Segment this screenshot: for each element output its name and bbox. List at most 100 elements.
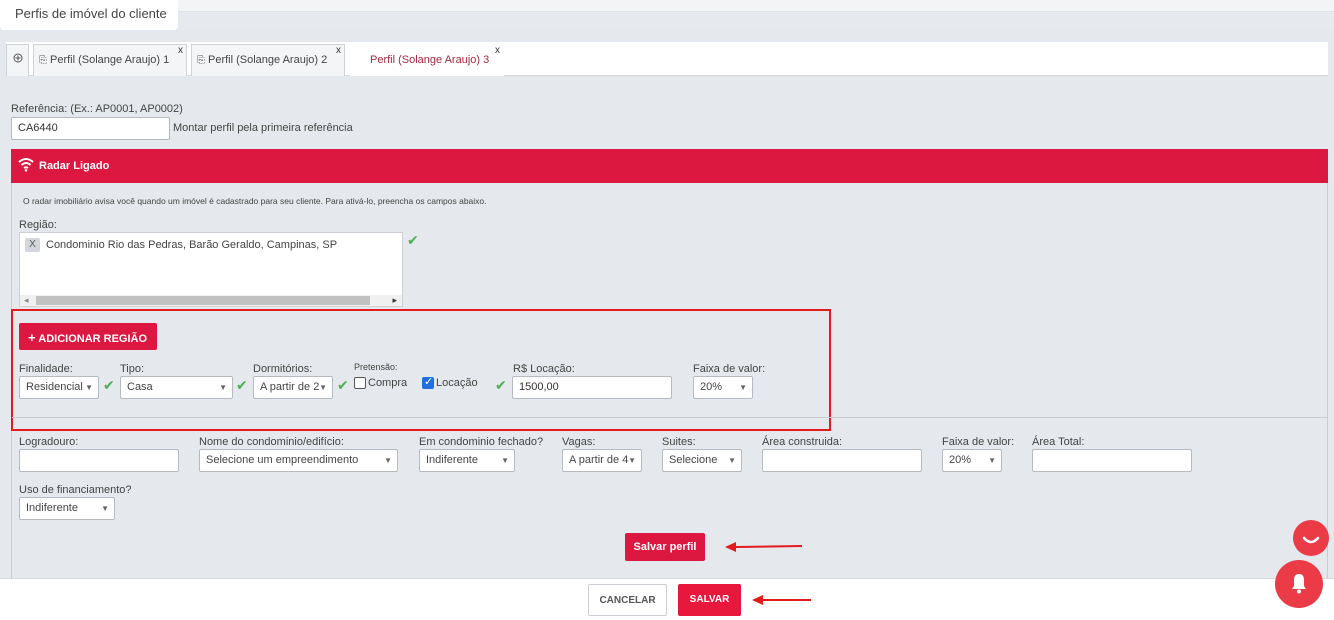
wifi-icon [18,158,34,172]
faixa-valor2-select[interactable]: 20% ▼ [942,449,1002,472]
footer-bar [0,578,1334,620]
pretensao-label: Pretensão: [354,362,398,372]
finalidade-label: Finalidade: [19,363,73,375]
add-region-button[interactable]: + ADICIONAR REGIÃO [19,323,157,350]
tipo-select[interactable]: Casa ▼ [120,376,233,399]
check-icon: ✔ [495,377,507,393]
save-button[interactable]: SALVAR [678,584,741,616]
vagas-select[interactable]: A partir de 4 ▼ [562,449,642,472]
locacao-checkbox[interactable] [422,375,434,389]
add-tab-button[interactable] [6,44,29,76]
condominio-select[interactable]: Selecione um empreendimento ▼ [199,449,398,472]
financiamento-select[interactable]: Indiferente ▼ [19,497,115,520]
cond-fechado-label: Em condominio fechado? [419,436,544,448]
tipo-label: Tipo: [120,363,145,375]
area-construida-input[interactable] [762,449,922,472]
condominio-label: Nome do condominio/edifício: [199,436,344,448]
chevron-down-icon: ▼ [628,456,636,465]
cancel-button[interactable]: CANCELAR [588,584,667,616]
locacao-valor-label: R$ Locação: [513,363,575,375]
divider [12,417,1327,418]
save-profile-button[interactable]: Salvar perfil [625,533,705,561]
suites-value: Selecione [669,454,718,466]
faixa-valor-value: 20% [700,381,723,393]
annotation-arrow-icon [752,595,811,605]
copy-icon: ⎘ [39,55,47,66]
financiamento-label: Uso de financiamento? [19,484,132,496]
copy-icon: ⎘ [197,55,205,66]
referencia-label: Referência: (Ex.: AP0001, AP0002) [11,103,183,115]
radar-title: Radar Ligado [39,160,110,172]
financiamento-value: Indiferente [26,502,78,514]
chat-smile-icon [1302,536,1320,544]
dormitorios-value: A partir de 2 [260,381,320,393]
compra-label: Compra [368,377,408,389]
regiao-label: Região: [19,219,57,231]
tab-label: Perfil (Solange Araujo) 1 [50,54,170,66]
referencia-hint: Montar perfil pela primeira referência [173,122,353,134]
chevron-down-icon: ▼ [319,383,327,392]
area-total-label: Área Total: [1032,436,1085,448]
scroll-left-icon[interactable]: ◂ [24,295,29,306]
close-icon[interactable]: x [495,45,500,56]
vagas-value: A partir de 4 [569,454,629,466]
cond-fechado-select[interactable]: Indiferente ▼ [419,449,515,472]
faixa-valor2-label: Faixa de valor: [942,436,1015,448]
chevron-down-icon: ▼ [988,456,996,465]
dormitorios-label: Dormitórios: [253,363,313,375]
regiao-list[interactable]: X Condominio Rio das Pedras, Barão Geral… [19,232,403,307]
chevron-down-icon: ▼ [501,456,509,465]
compra-checkbox[interactable] [354,377,366,389]
close-icon[interactable]: x [178,45,183,56]
faixa-valor2-value: 20% [949,454,972,466]
tab-label: Perfil (Solange Araujo) 3 [370,54,490,66]
chevron-down-icon: ▼ [728,456,736,465]
tipo-value: Casa [127,381,153,393]
remove-region-button[interactable]: X [25,238,40,252]
area-total-input[interactable] [1032,449,1192,472]
dormitorios-select[interactable]: A partir de 2 ▼ [253,376,333,399]
logradouro-label: Logradouro: [19,436,79,448]
close-icon[interactable]: x [336,45,341,56]
horizontal-scrollbar[interactable]: ◂ ▸ [20,295,402,306]
chat-button[interactable] [1293,520,1329,556]
tab-label: Perfil (Solange Araujo) 2 [208,54,328,66]
chevron-down-icon: ▼ [101,504,109,513]
annotation-arrow-icon [725,542,803,552]
chevron-down-icon: ▼ [85,383,93,392]
finalidade-select[interactable]: Residencial ▼ [19,376,99,399]
profile-tabs: ⎘ Perfil (Solange Araujo) 1 x ⎘ Perfil (So… [6,42,1328,76]
locacao-valor-input[interactable]: 1500,00 [512,376,672,399]
faixa-valor-select[interactable]: 20% ▼ [693,376,753,399]
finalidade-value: Residencial [26,381,83,393]
bell-icon [1292,574,1306,594]
plus-circle-icon [13,53,23,63]
radar-description: O radar imobiliário avisa você quando um… [23,196,487,206]
locacao-label: Locação [436,377,478,389]
radar-header: Radar Ligado [11,149,1328,183]
tab-perfil-2[interactable]: ⎘ Perfil (Solange Araujo) 2 x [191,44,345,76]
suites-label: Suites: [662,436,696,448]
tab-perfil-3[interactable]: Perfil (Solange Araujo) 3 x [350,44,504,76]
check-icon: ✔ [337,377,349,393]
chevron-down-icon: ▼ [219,383,227,392]
vagas-label: Vagas: [562,436,596,448]
suites-select[interactable]: Selecione ▼ [662,449,742,472]
faixa-valor-label: Faixa de valor: [693,363,766,375]
logradouro-input[interactable] [19,449,179,472]
referencia-input[interactable]: CA6440 [11,117,170,140]
cond-fechado-value: Indiferente [426,454,478,466]
plus-icon: + [28,330,36,345]
tab-perfil-1[interactable]: ⎘ Perfil (Solange Araujo) 1 x [33,44,187,76]
chevron-down-icon: ▼ [739,383,747,392]
check-icon: ✔ [407,232,419,248]
notifications-button[interactable] [1275,560,1323,608]
chevron-down-icon: ▼ [384,456,392,465]
scroll-right-icon[interactable]: ▸ [392,295,397,306]
region-chip: Condominio Rio das Pedras, Barão Geraldo… [46,239,338,251]
add-region-label: ADICIONAR REGIÃO [38,333,148,345]
page-title: Perfis de imóvel do cliente [0,0,178,30]
scrollbar-thumb[interactable] [36,296,370,305]
area-construida-label: Área construida: [762,436,843,448]
check-icon: ✔ [103,377,115,393]
